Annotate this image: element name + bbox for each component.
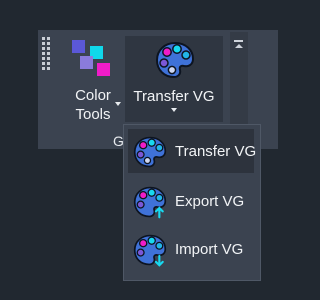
color-swatches-icon xyxy=(72,40,110,76)
menu-item-label: Import VG xyxy=(175,241,244,258)
collapse-panel-button[interactable] xyxy=(233,38,245,50)
color-tools-button[interactable]: Color Tools xyxy=(64,36,122,146)
palette-export-icon xyxy=(133,186,167,219)
menu-item-export-vg[interactable]: Export VG xyxy=(128,179,254,223)
palette-icon xyxy=(133,136,167,168)
palette-import-icon xyxy=(133,234,167,267)
menu-item-import-vg[interactable]: Import VG xyxy=(128,227,254,271)
menu-item-label: Export VG xyxy=(175,193,245,210)
color-tools-dropdown-arrow-icon[interactable] xyxy=(115,102,121,106)
palette-icon xyxy=(155,41,195,79)
menu-item-transfer-vg[interactable]: Transfer VG xyxy=(128,129,257,173)
color-tools-label-line1: Color xyxy=(75,87,111,104)
panel-grip-handle[interactable] xyxy=(42,37,56,71)
transfer-vg-label: Transfer VG xyxy=(133,88,215,105)
transfer-vg-dropdown-arrow-icon[interactable] xyxy=(171,108,177,112)
color-tools-label-line2: Tools xyxy=(75,106,111,123)
transfer-vg-dropdown-menu: Transfer VG Export VG Import VG xyxy=(123,124,261,281)
menu-item-label: Transfer VG xyxy=(175,143,257,160)
